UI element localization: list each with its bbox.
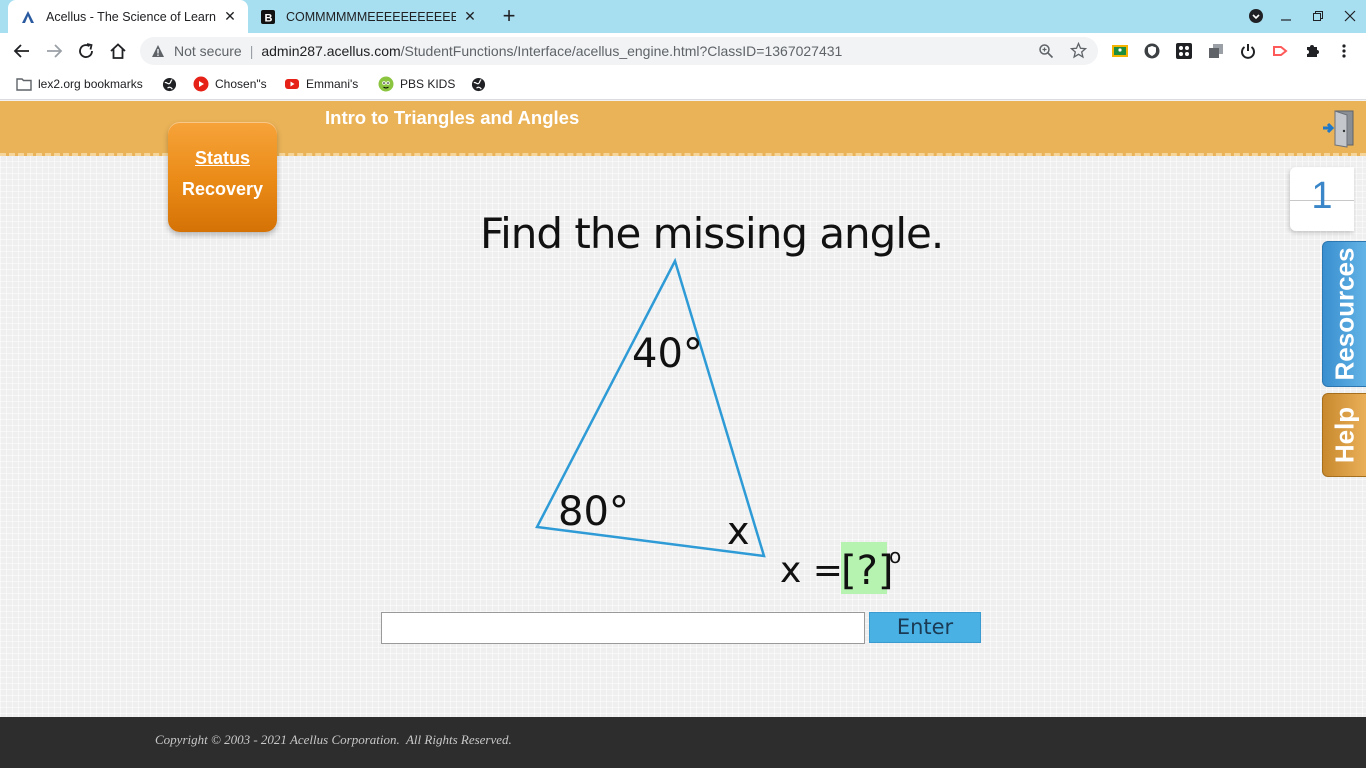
browser-toolbar: Not secure | admin287.acellus.com/Studen…: [0, 33, 1366, 69]
reload-icon[interactable]: [74, 39, 98, 63]
degree-symbol: o: [889, 544, 901, 568]
help-label: Help: [1329, 406, 1360, 464]
separator: |: [249, 43, 254, 59]
exit-door-icon[interactable]: [1321, 109, 1357, 149]
enter-button[interactable]: Enter: [869, 612, 981, 643]
close-tab-icon[interactable]: ✕: [222, 8, 238, 25]
new-tab-button[interactable]: +: [497, 5, 521, 29]
tab-title: Acellus - The Science of Learning: [46, 9, 216, 24]
lesson-title: Intro to Triangles and Angles: [325, 107, 580, 128]
warning-icon[interactable]: [150, 43, 166, 59]
bookmark-lex2[interactable]: lex2.org bookmarks: [16, 76, 143, 92]
copyright-text: Copyright © 2003 - 2021 Acellus Corporat…: [155, 732, 512, 747]
close-tab-icon[interactable]: ✕: [462, 8, 478, 25]
tab-commmm[interactable]: B COMMMMMMEEEEEEEEEEEEEEE ✕: [248, 0, 488, 33]
triangle-figure: 40° 80° x x = [?] o: [535, 257, 901, 594]
status-recovery-button[interactable]: Status Recovery: [168, 122, 277, 232]
extensions-puzzle-icon[interactable]: [1303, 42, 1321, 60]
url-path: /StudentFunctions/Interface/acellus_engi…: [400, 43, 843, 59]
zoom-icon[interactable]: [1038, 43, 1054, 62]
angle-top-label: 40°: [632, 331, 703, 377]
globe-icon: [161, 76, 177, 92]
youtube-icon: [284, 76, 300, 92]
angle-left-label: 80°: [558, 489, 629, 535]
forward-icon[interactable]: [42, 39, 66, 63]
page-footer: Copyright © 2003 - 2021 Acellus Corporat…: [0, 717, 1366, 768]
tab-acellus[interactable]: Acellus - The Science of Learning ✕: [8, 0, 248, 33]
equation-lhs: x =: [780, 550, 843, 591]
bookmark-emmanis[interactable]: Emmani's: [284, 76, 358, 92]
bookmark-label: Chosen"s: [215, 77, 267, 91]
copy-extension-icon[interactable]: [1207, 42, 1225, 60]
bookmark-label: PBS KIDS: [400, 77, 456, 91]
svg-text:B: B: [265, 12, 273, 24]
lesson-page: Intro to Triangles and Angles Status Rec…: [0, 101, 1366, 717]
tab-search-icon[interactable]: [1248, 8, 1264, 24]
bookmark-globe-1[interactable]: [161, 76, 183, 92]
bookmark-pbs-kids[interactable]: PBS KIDS: [378, 76, 455, 92]
shield-extension-icon[interactable]: [1143, 42, 1161, 60]
resources-label: Resources: [1329, 247, 1360, 381]
recovery-label: Recovery: [181, 179, 264, 199]
restore-icon[interactable]: [1310, 8, 1326, 24]
home-icon[interactable]: [106, 39, 130, 63]
status-label: Status: [194, 148, 250, 168]
problem-counter: 1: [1290, 167, 1354, 231]
security-label: Not secure: [174, 43, 242, 59]
bookmarks-bar: lex2.org bookmarks Chosen"s Emmani's PBS…: [0, 69, 1366, 100]
resources-tab[interactable]: Resources: [1322, 241, 1366, 387]
globe-icon: [470, 76, 486, 92]
b-logo-icon: B: [260, 9, 276, 25]
answer-input[interactable]: [381, 612, 865, 644]
pbs-kids-icon: [378, 76, 394, 92]
counter-value: 1: [1311, 175, 1333, 217]
bookmark-label: Emmani's: [306, 77, 359, 91]
url-host: admin287.acellus.com: [261, 43, 401, 59]
power-icon[interactable]: [1239, 42, 1257, 60]
bookmark-globe-2[interactable]: [470, 76, 492, 92]
acellus-logo-icon: [20, 9, 36, 25]
back-icon[interactable]: [10, 39, 34, 63]
screencast-icon[interactable]: [1271, 42, 1289, 60]
google-classroom-icon[interactable]: [1111, 42, 1129, 60]
bookmark-chosens[interactable]: Chosen"s: [193, 76, 267, 92]
youtube-icon: [193, 76, 209, 92]
minimize-icon[interactable]: [1278, 8, 1294, 24]
close-window-icon[interactable]: [1342, 8, 1358, 24]
address-bar[interactable]: Not secure | admin287.acellus.com/Studen…: [140, 37, 1098, 65]
puzzle-grid-icon[interactable]: [1175, 42, 1193, 60]
answer-blank: [?]: [841, 548, 893, 594]
kebab-menu-icon[interactable]: [1335, 42, 1353, 60]
browser-tab-bar: Acellus - The Science of Learning ✕ B CO…: [0, 0, 1366, 33]
folder-icon: [16, 76, 32, 92]
bookmark-star-icon[interactable]: [1069, 41, 1088, 62]
bookmark-label: lex2.org bookmarks: [38, 77, 143, 91]
tab-title: COMMMMMMEEEEEEEEEEEEEEE: [286, 9, 456, 24]
help-tab[interactable]: Help: [1322, 393, 1366, 477]
angle-x-label: x: [727, 509, 750, 553]
